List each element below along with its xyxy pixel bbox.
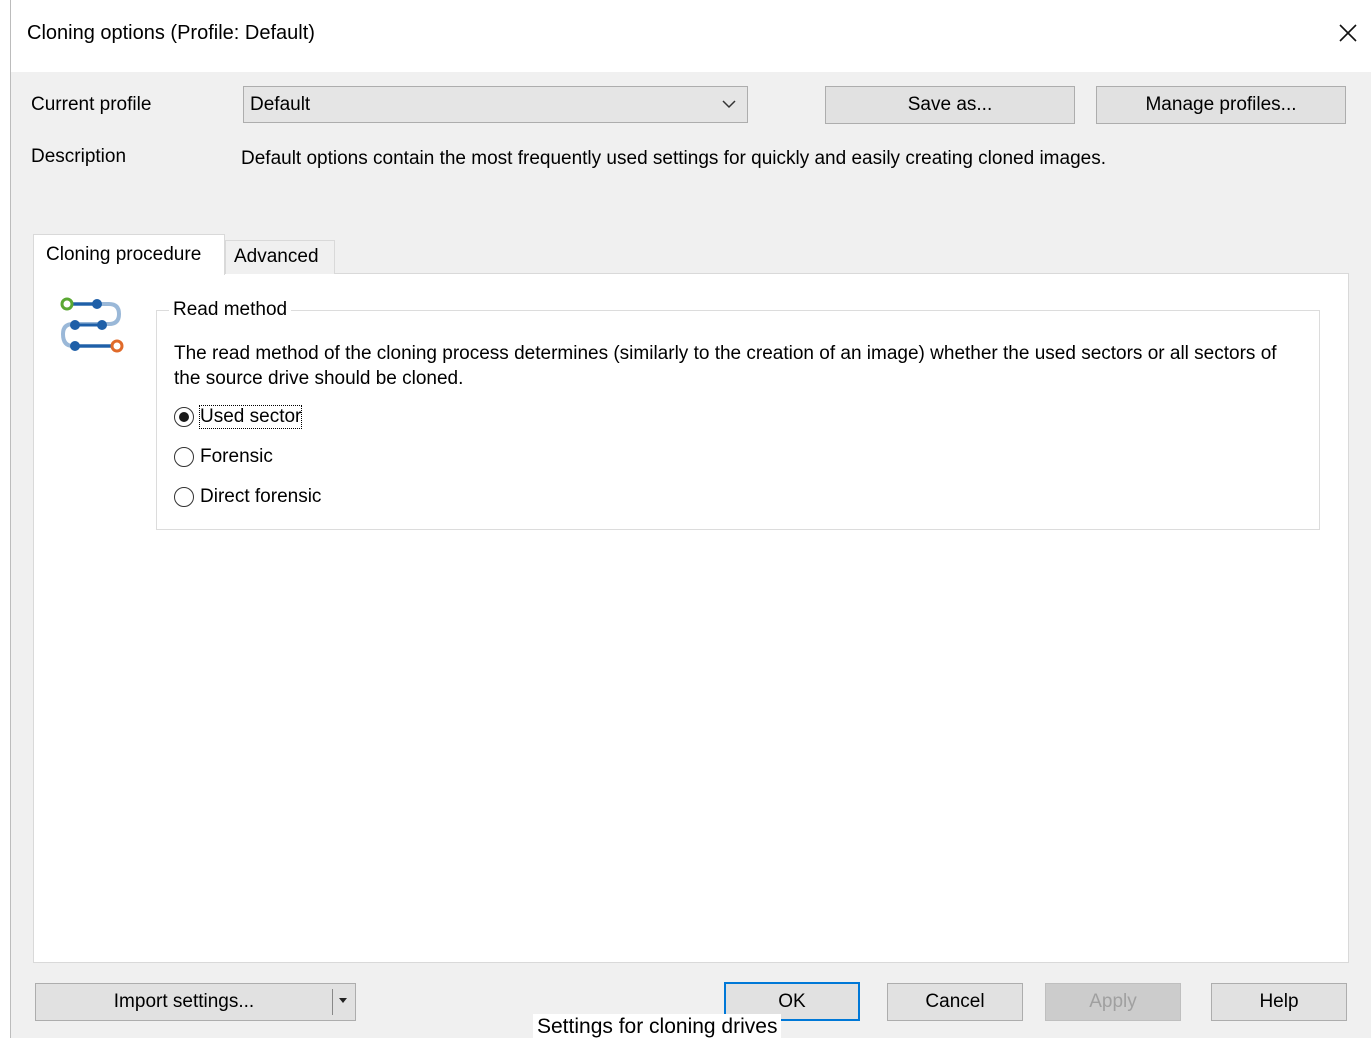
import-settings-split-button[interactable]: Import settings... [35, 983, 356, 1021]
radio-forensic-label: Forensic [200, 446, 273, 467]
tab-cloning-procedure[interactable]: Cloning procedure [33, 234, 225, 275]
dropdown-arrow-icon[interactable] [338, 997, 348, 1005]
chevron-down-icon [722, 100, 736, 109]
radio-used-sector-label: Used sector [198, 405, 303, 429]
save-as-button[interactable]: Save as... [825, 86, 1075, 124]
close-button[interactable] [1325, 10, 1371, 56]
radio-button[interactable] [174, 487, 194, 507]
apply-button[interactable]: Apply [1045, 983, 1181, 1021]
description-label: Description [31, 146, 127, 167]
radio-button-selected[interactable] [174, 407, 194, 427]
tab-advanced[interactable]: Advanced [225, 240, 335, 274]
page: Cloning options (Profile: Default) Curre… [0, 0, 1371, 1038]
profile-dropdown-value: Default [250, 94, 311, 115]
current-profile-label: Current profile [31, 94, 152, 115]
title-bar[interactable]: Cloning options (Profile: Default) [11, 0, 1371, 72]
radio-direct-forensic[interactable]: Direct forensic [174, 486, 321, 508]
radio-direct-forensic-label: Direct forensic [200, 486, 322, 507]
cancel-button[interactable]: Cancel [887, 983, 1023, 1021]
radio-button[interactable] [174, 447, 194, 467]
split-divider [332, 989, 333, 1015]
window-title: Cloning options (Profile: Default) [27, 22, 315, 44]
import-settings-button[interactable]: Import settings... [36, 984, 332, 1020]
radio-forensic[interactable]: Forensic [174, 446, 273, 468]
read-method-legend: Read method [169, 299, 292, 321]
cloning-procedure-icon [60, 297, 124, 353]
manage-profiles-button[interactable]: Manage profiles... [1096, 86, 1346, 124]
profile-description: Default options contain the most frequen… [241, 148, 1106, 169]
radio-dot [179, 412, 189, 422]
figure-caption: Settings for cloning drives [533, 1014, 782, 1038]
profile-dropdown[interactable]: Default [243, 86, 748, 123]
close-icon [1339, 24, 1357, 42]
help-button[interactable]: Help [1211, 983, 1347, 1021]
radio-used-sector[interactable]: Used sector [174, 405, 303, 429]
dialog-window: Cloning options (Profile: Default) Curre… [10, 0, 1371, 1038]
read-method-description: The read method of the cloning process d… [174, 343, 1277, 389]
